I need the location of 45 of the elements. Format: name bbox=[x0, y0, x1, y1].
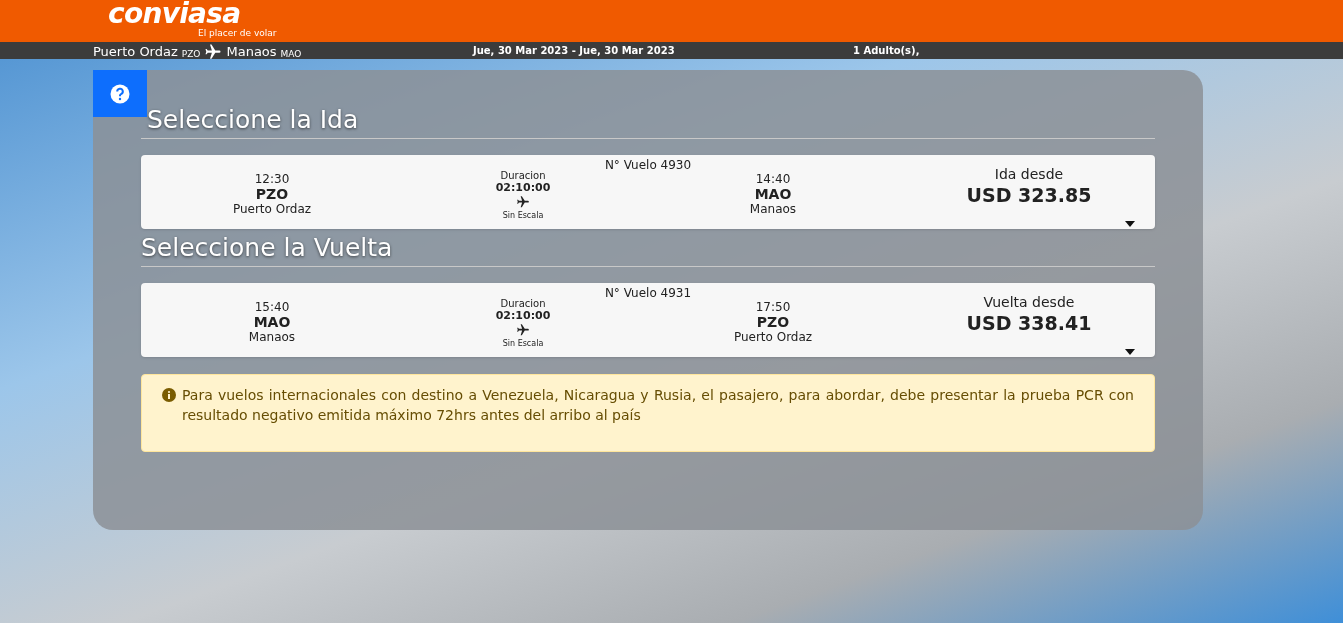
origin-code: PZO bbox=[181, 48, 201, 59]
notice-text: Para vuelos internacionales con destino a Venezuela, Nicaragua y Rusia, el pasajero, para abordar, debe presentar la prueba PCR con resultado negativo emitida máximo 72hrs antes del arribo al país bbox=[182, 386, 1134, 425]
destination-city: Manaos bbox=[226, 43, 277, 59]
departure-code: PZO bbox=[255, 187, 289, 202]
duration-label: Duracion bbox=[500, 298, 546, 310]
duration-label: Duracion bbox=[500, 170, 546, 182]
departure-city: Puerto Ordaz bbox=[232, 202, 312, 217]
duration: 02:10:00 bbox=[495, 182, 551, 194]
price: USD 323.85 bbox=[966, 184, 1092, 206]
arrival-time: 14:40 bbox=[755, 172, 791, 187]
airplane-icon bbox=[204, 42, 223, 61]
arrival-time: 17:50 bbox=[755, 300, 791, 315]
travel-dates: Jue, 30 Mar 2023 - Jue, 30 Mar 2023 bbox=[473, 44, 676, 58]
arrival-city: Puerto Ordaz bbox=[733, 330, 813, 345]
arrival-city: Manaos bbox=[749, 202, 797, 217]
section-title: Seleccione la Vuelta bbox=[141, 232, 394, 264]
info-icon bbox=[162, 388, 176, 402]
flight-number: N° Vuelo 4931 bbox=[604, 286, 692, 300]
departure-city: Manaos bbox=[248, 330, 296, 345]
section-title: Seleccione la Ida bbox=[147, 104, 360, 136]
arrival-code: MAO bbox=[754, 187, 792, 202]
departure-code: MAO bbox=[253, 315, 291, 330]
price-label: Ida desde bbox=[994, 165, 1064, 184]
price-label: Vuelta desde bbox=[983, 293, 1075, 312]
departure-time: 15:40 bbox=[254, 300, 290, 315]
price: USD 338.41 bbox=[966, 312, 1092, 334]
airplane-icon bbox=[516, 195, 530, 209]
stops: Sin Escala bbox=[502, 210, 544, 222]
airplane-icon bbox=[516, 323, 530, 337]
arrival-code: PZO bbox=[756, 315, 790, 330]
tagline: El placer de volar bbox=[197, 28, 278, 38]
origin-city: Puerto Ordaz bbox=[93, 43, 178, 59]
help-button[interactable] bbox=[93, 70, 147, 117]
flight-card[interactable]: N° Vuelo 4931 15:40 MAO Manaos Duracion 02:10:00 Sin Escala 17:50 PZO Puerto Ordaz Vuelta desde USD 338.41 bbox=[141, 283, 1155, 357]
destination-code: MAO bbox=[280, 48, 302, 59]
flight-card[interactable]: N° Vuelo 4930 12:30 PZO Puerto Ordaz Duracion 02:10:00 Sin Escala 14:40 MAO Manaos Ida desde USD 323.85 bbox=[141, 155, 1155, 229]
caret-icon[interactable] bbox=[1125, 221, 1135, 227]
help-icon bbox=[110, 83, 130, 104]
caret-icon[interactable] bbox=[1125, 349, 1135, 355]
departure-time: 12:30 bbox=[254, 172, 290, 187]
passenger-count: 1 Adulto(s), bbox=[853, 44, 920, 58]
flight-number: N° Vuelo 4930 bbox=[604, 158, 692, 172]
stops: Sin Escala bbox=[502, 338, 544, 350]
logo: conviasa bbox=[108, 0, 241, 28]
duration: 02:10:00 bbox=[495, 310, 551, 322]
